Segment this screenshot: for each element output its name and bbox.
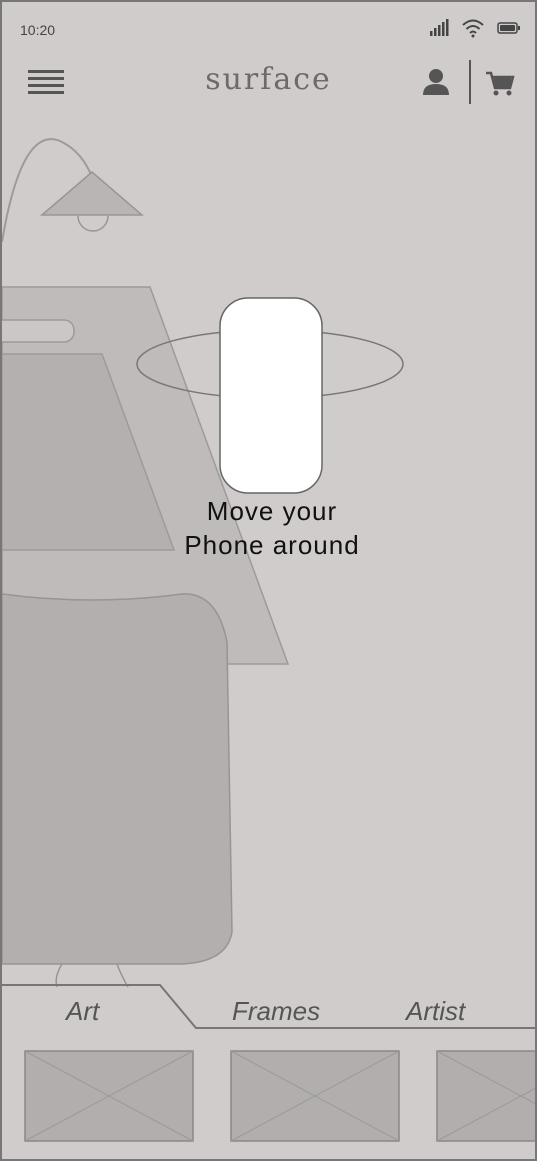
thumbnail-image-placeholder[interactable]: [24, 1050, 194, 1142]
category-tabs: Art Frames Artist: [2, 982, 535, 1032]
artwork-thumbnails: [2, 1050, 535, 1146]
app-screen: 10:20 surface Move your Phone around Art…: [0, 0, 537, 1161]
tab-frames[interactable]: Frames: [232, 996, 320, 1027]
ar-hint: Move your Phone around: [142, 494, 402, 562]
lamp-shade: [39, 171, 145, 216]
status-icons: [429, 18, 521, 38]
profile-icon[interactable]: [421, 68, 451, 96]
status-bar: 10:20: [2, 2, 535, 58]
signal-icon: [430, 19, 449, 36]
cart-icon[interactable]: [485, 70, 515, 98]
header-divider: [469, 60, 471, 104]
thumbnail-image-placeholder[interactable]: [436, 1050, 537, 1142]
battery-icon: [497, 22, 520, 34]
wifi-icon: [462, 19, 484, 38]
brand-logo[interactable]: surface: [2, 62, 535, 97]
tab-art[interactable]: Art: [66, 996, 99, 1027]
ar-hint-line-1: Move your: [206, 496, 338, 526]
app-header: surface: [2, 58, 535, 110]
shelf-bar: [2, 319, 75, 343]
armchair: [2, 593, 233, 965]
phone-illustration: [219, 297, 323, 494]
thumbnail-image-placeholder[interactable]: [230, 1050, 400, 1142]
tab-artist[interactable]: Artist: [406, 996, 465, 1027]
lamp-bulb: [77, 215, 109, 232]
ar-hint-line-2: Phone around: [184, 530, 360, 560]
status-time: 10:20: [20, 22, 56, 38]
